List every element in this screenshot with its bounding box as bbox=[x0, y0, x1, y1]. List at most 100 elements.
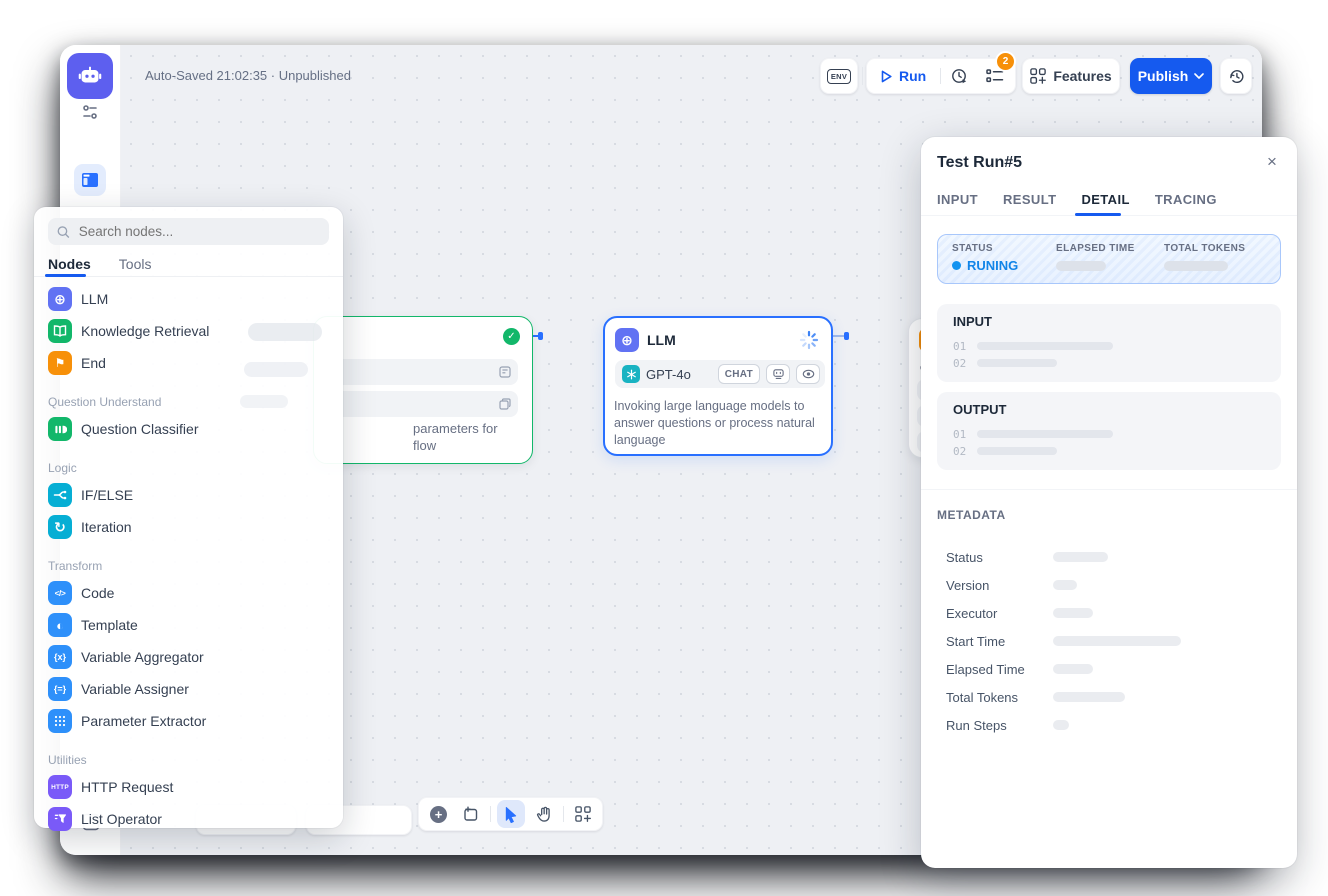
env-button[interactable]: ENV bbox=[820, 58, 858, 94]
metadata-label: Version bbox=[946, 578, 1053, 593]
template-icon: ◐ bbox=[48, 613, 72, 637]
item-label: Iteration bbox=[81, 519, 132, 535]
autosave-status: Auto-Saved 21:02:35 · Unpublished bbox=[145, 68, 351, 83]
features-label: Features bbox=[1053, 68, 1111, 84]
list-operator-icon bbox=[48, 807, 72, 831]
palette-item-question-classifier[interactable]: Question Classifier bbox=[34, 413, 343, 445]
palette-item-iteration[interactable]: ↻ Iteration bbox=[34, 511, 343, 543]
status-card: STATUS RUNING ELAPSED TIME TOTAL TOKENS bbox=[937, 234, 1281, 284]
palette-item-llm[interactable]: ⊕ LLM bbox=[34, 283, 343, 315]
item-label: IF/ELSE bbox=[81, 487, 133, 503]
hand-tool-button[interactable] bbox=[531, 801, 557, 827]
palette-item-template[interactable]: ◐ Template bbox=[34, 609, 343, 641]
palette-item-end[interactable]: ⚑ End bbox=[34, 347, 343, 379]
version-history-icon bbox=[1228, 68, 1245, 85]
start-node[interactable]: ✓ parameters for flow bbox=[313, 316, 533, 464]
divider bbox=[490, 806, 491, 822]
canvas-toolbar: + bbox=[418, 797, 603, 831]
model-name: GPT-4o bbox=[646, 367, 712, 382]
palette-item-parameter-extractor[interactable]: Parameter Extractor bbox=[34, 705, 343, 737]
metadata-label: Run Steps bbox=[946, 718, 1053, 733]
palette-item-code[interactable]: </> Code bbox=[34, 577, 343, 609]
divider bbox=[563, 806, 564, 822]
item-label: Parameter Extractor bbox=[81, 713, 206, 729]
input-skeleton bbox=[977, 342, 1113, 350]
edge-port bbox=[844, 332, 849, 340]
organize-icon bbox=[575, 806, 591, 822]
metadata-skeleton bbox=[1053, 580, 1077, 590]
palette-item-variable-assigner[interactable]: {=} Variable Assigner bbox=[34, 673, 343, 705]
item-label: Template bbox=[81, 617, 138, 633]
add-note-button[interactable] bbox=[458, 801, 484, 827]
version-history-button[interactable] bbox=[1220, 58, 1252, 94]
app-logo[interactable] bbox=[67, 53, 113, 99]
item-label: Knowledge Retrieval bbox=[81, 323, 209, 339]
line-number: 01 bbox=[953, 340, 966, 353]
active-tab-underline bbox=[1075, 213, 1121, 216]
add-node-button[interactable]: + bbox=[426, 801, 452, 827]
sidebar-settings-button[interactable] bbox=[79, 103, 101, 121]
palette-item-if-else[interactable]: IF/ELSE bbox=[34, 479, 343, 511]
metadata-skeleton bbox=[1053, 608, 1093, 618]
env-icon: ENV bbox=[827, 69, 851, 84]
palette-list: ⊕ LLM Knowledge Retrieval ⚑ End Question… bbox=[34, 283, 343, 835]
tab-result[interactable]: RESULT bbox=[1003, 192, 1056, 207]
tokens-skeleton bbox=[1164, 261, 1228, 271]
item-label: End bbox=[81, 355, 106, 371]
line-number: 02 bbox=[953, 445, 966, 458]
run-button[interactable]: Run bbox=[867, 68, 940, 84]
organize-button[interactable] bbox=[570, 801, 596, 827]
metadata-row: Version bbox=[946, 571, 1272, 599]
search-input[interactable] bbox=[77, 223, 320, 240]
tab-tools[interactable]: Tools bbox=[119, 256, 152, 272]
palette-item-variable-aggregator[interactable]: {x} Variable Aggregator bbox=[34, 641, 343, 673]
output-card: OUTPUT 01 02 bbox=[937, 392, 1281, 470]
section-question-understand: Question Understand bbox=[34, 379, 343, 413]
metadata-label: Executor bbox=[946, 606, 1053, 621]
input-skeleton bbox=[977, 359, 1057, 367]
tab-nodes[interactable]: Nodes bbox=[48, 256, 91, 272]
status-text: RUNING bbox=[967, 258, 1018, 273]
output-card-title: OUTPUT bbox=[953, 402, 1006, 417]
run-panel-tabs: INPUT RESULT DETAIL TRACING bbox=[937, 192, 1217, 207]
metadata-label: Status bbox=[946, 550, 1053, 565]
metadata-skeleton bbox=[1053, 636, 1181, 646]
run-history-button[interactable] bbox=[941, 68, 978, 85]
run-label: Run bbox=[899, 68, 926, 84]
section-logic: Logic bbox=[34, 445, 343, 479]
tab-input[interactable]: INPUT bbox=[937, 192, 978, 207]
metadata-label: Total Tokens bbox=[946, 690, 1053, 705]
hand-icon bbox=[536, 806, 552, 823]
robot-app-icon bbox=[77, 63, 103, 89]
features-button[interactable]: Features bbox=[1022, 58, 1120, 94]
node-search-box[interactable] bbox=[48, 218, 329, 245]
elapsed-skeleton bbox=[1056, 261, 1106, 271]
start-field-row[interactable] bbox=[326, 359, 518, 385]
close-icon[interactable]: × bbox=[1261, 151, 1283, 173]
start-node-description-line2: flow bbox=[413, 438, 436, 453]
llm-node[interactable]: ⊕ LLM GPT-4o CHAT bbox=[603, 316, 833, 456]
metadata-skeleton bbox=[1053, 720, 1069, 730]
metadata-row: Start Time bbox=[946, 627, 1272, 655]
chat-mode-badge: CHAT bbox=[718, 364, 760, 384]
tab-tracing[interactable]: TRACING bbox=[1155, 192, 1217, 207]
palette-item-list-operator[interactable]: List Operator bbox=[34, 803, 343, 835]
sidebar-workflow-button[interactable] bbox=[74, 164, 106, 196]
metadata-title: METADATA bbox=[937, 508, 1006, 522]
item-label: LLM bbox=[81, 291, 108, 307]
metadata-rows: Status Version Executor Start Time Elaps… bbox=[946, 543, 1272, 739]
code-icon: </> bbox=[48, 581, 72, 605]
palette-item-http-request[interactable]: HTTP HTTP Request bbox=[34, 771, 343, 803]
iteration-icon: ↻ bbox=[48, 515, 72, 539]
palette-item-knowledge-retrieval[interactable]: Knowledge Retrieval bbox=[34, 315, 343, 347]
variable-aggregator-icon: {x} bbox=[48, 645, 72, 669]
elapsed-time-label: ELAPSED TIME bbox=[1056, 243, 1135, 254]
start-field-row[interactable] bbox=[326, 391, 518, 417]
publish-button[interactable]: Publish bbox=[1130, 58, 1212, 94]
tab-detail[interactable]: DETAIL bbox=[1081, 192, 1129, 207]
pointer-tool-button[interactable] bbox=[497, 800, 525, 828]
total-tokens-label: TOTAL TOKENS bbox=[1164, 243, 1245, 254]
play-icon bbox=[881, 70, 892, 83]
screenshot-stage: Auto-Saved 21:02:35 · Unpublished ENV Ru… bbox=[0, 0, 1328, 896]
model-selector[interactable]: GPT-4o CHAT bbox=[615, 360, 825, 388]
